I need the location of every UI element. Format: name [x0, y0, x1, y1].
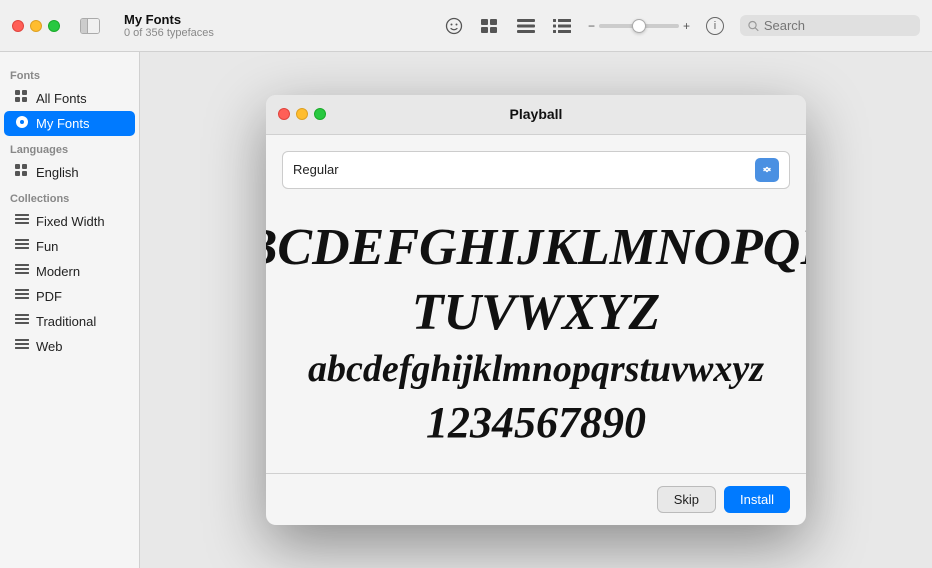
- close-button[interactable]: [12, 20, 24, 32]
- fun-icon: [14, 238, 30, 255]
- sidebar-item-web[interactable]: Web: [4, 334, 135, 359]
- modal-footer: Skip Install: [266, 473, 806, 525]
- modal-minimize-button[interactable]: [296, 108, 308, 120]
- sidebar-section-fonts: Fonts: [0, 62, 139, 86]
- preview-line-3: abcdefghijklmnopqrstuvwxyz: [308, 349, 764, 391]
- modal-title-bar: Playball: [266, 95, 806, 135]
- toolbar: − + i: [444, 15, 920, 36]
- sidebar-item-my-fonts[interactable]: My Fonts: [4, 111, 135, 136]
- fixed-width-label: Fixed Width: [36, 214, 105, 229]
- slider-track[interactable]: [599, 24, 679, 28]
- traditional-label: Traditional: [36, 314, 96, 329]
- fixed-width-icon: [14, 213, 30, 230]
- content-area: Playball Regular ABCDEFGHIJKLMNOPQRS TUV…: [140, 52, 932, 568]
- sidebar-item-fun[interactable]: Fun: [4, 234, 135, 259]
- font-install-modal: Playball Regular ABCDEFGHIJKLMNOPQRS TUV…: [266, 95, 806, 526]
- preview-mode-icon[interactable]: [444, 18, 464, 34]
- install-button[interactable]: Install: [724, 486, 790, 513]
- sidebar: Fonts All Fonts My Fonts: [0, 52, 140, 568]
- minimize-button[interactable]: [30, 20, 42, 32]
- modal-close-button[interactable]: [278, 108, 290, 120]
- modal-title: Playball: [510, 106, 563, 122]
- title-bar: My Fonts 0 of 356 typefaces: [0, 0, 932, 52]
- main-content: Fonts All Fonts My Fonts: [0, 52, 932, 568]
- font-preview: ABCDEFGHIJKLMNOPQRS TUVWXYZ abcdefghijkl…: [282, 209, 790, 458]
- style-value: Regular: [293, 162, 339, 177]
- size-max-icon: +: [683, 19, 690, 33]
- english-icon: [14, 164, 30, 181]
- slider-thumb[interactable]: [632, 19, 646, 33]
- window-subtitle: 0 of 356 typefaces: [124, 27, 432, 39]
- sidebar-item-modern[interactable]: Modern: [4, 259, 135, 284]
- size-slider[interactable]: − +: [588, 19, 690, 33]
- skip-button[interactable]: Skip: [657, 486, 716, 513]
- my-fonts-label: My Fonts: [36, 116, 89, 131]
- sidebar-item-fixed-width[interactable]: Fixed Width: [4, 209, 135, 234]
- modern-label: Modern: [36, 264, 80, 279]
- traffic-lights: [12, 20, 60, 32]
- web-icon: [14, 338, 30, 355]
- style-selector[interactable]: Regular: [282, 151, 790, 189]
- info-icon[interactable]: i: [706, 17, 724, 35]
- modal-body: Regular ABCDEFGHIJKLMNOPQRS TUVWXYZ abcd…: [266, 135, 806, 474]
- list-view-icon[interactable]: [516, 18, 536, 34]
- preview-line-2: TUVWXYZ: [412, 284, 660, 341]
- window-title-section: My Fonts 0 of 356 typefaces: [124, 12, 432, 39]
- modal-traffic-lights: [278, 108, 326, 120]
- sidebar-item-all-fonts[interactable]: All Fonts: [4, 86, 135, 111]
- all-fonts-icon: [14, 90, 30, 107]
- sidebar-item-english[interactable]: English: [4, 160, 135, 185]
- web-label: Web: [36, 339, 63, 354]
- window-title: My Fonts: [124, 12, 432, 27]
- search-input[interactable]: [764, 18, 912, 33]
- maximize-button[interactable]: [48, 20, 60, 32]
- search-bar[interactable]: [740, 15, 920, 36]
- search-icon: [748, 20, 759, 32]
- fun-label: Fun: [36, 239, 58, 254]
- detail-view-icon[interactable]: [552, 18, 572, 34]
- english-label: English: [36, 165, 79, 180]
- preview-line-4: 1234567890: [426, 399, 646, 447]
- modern-icon: [14, 263, 30, 280]
- preview-line-1: ABCDEFGHIJKLMNOPQRS: [266, 219, 806, 276]
- sidebar-toggle-button[interactable]: [80, 18, 100, 34]
- grid-view-icon[interactable]: [480, 18, 500, 34]
- all-fonts-label: All Fonts: [36, 91, 87, 106]
- sidebar-item-traditional[interactable]: Traditional: [4, 309, 135, 334]
- size-min-icon: −: [588, 19, 595, 33]
- sidebar-section-languages: Languages: [0, 136, 139, 160]
- traditional-icon: [14, 313, 30, 330]
- style-chevron-icon[interactable]: [755, 158, 779, 182]
- sidebar-item-pdf[interactable]: PDF: [4, 284, 135, 309]
- my-fonts-icon: [14, 115, 30, 132]
- pdf-label: PDF: [36, 289, 62, 304]
- sidebar-section-collections: Collections: [0, 185, 139, 209]
- modal-maximize-button[interactable]: [314, 108, 326, 120]
- pdf-icon: [14, 288, 30, 305]
